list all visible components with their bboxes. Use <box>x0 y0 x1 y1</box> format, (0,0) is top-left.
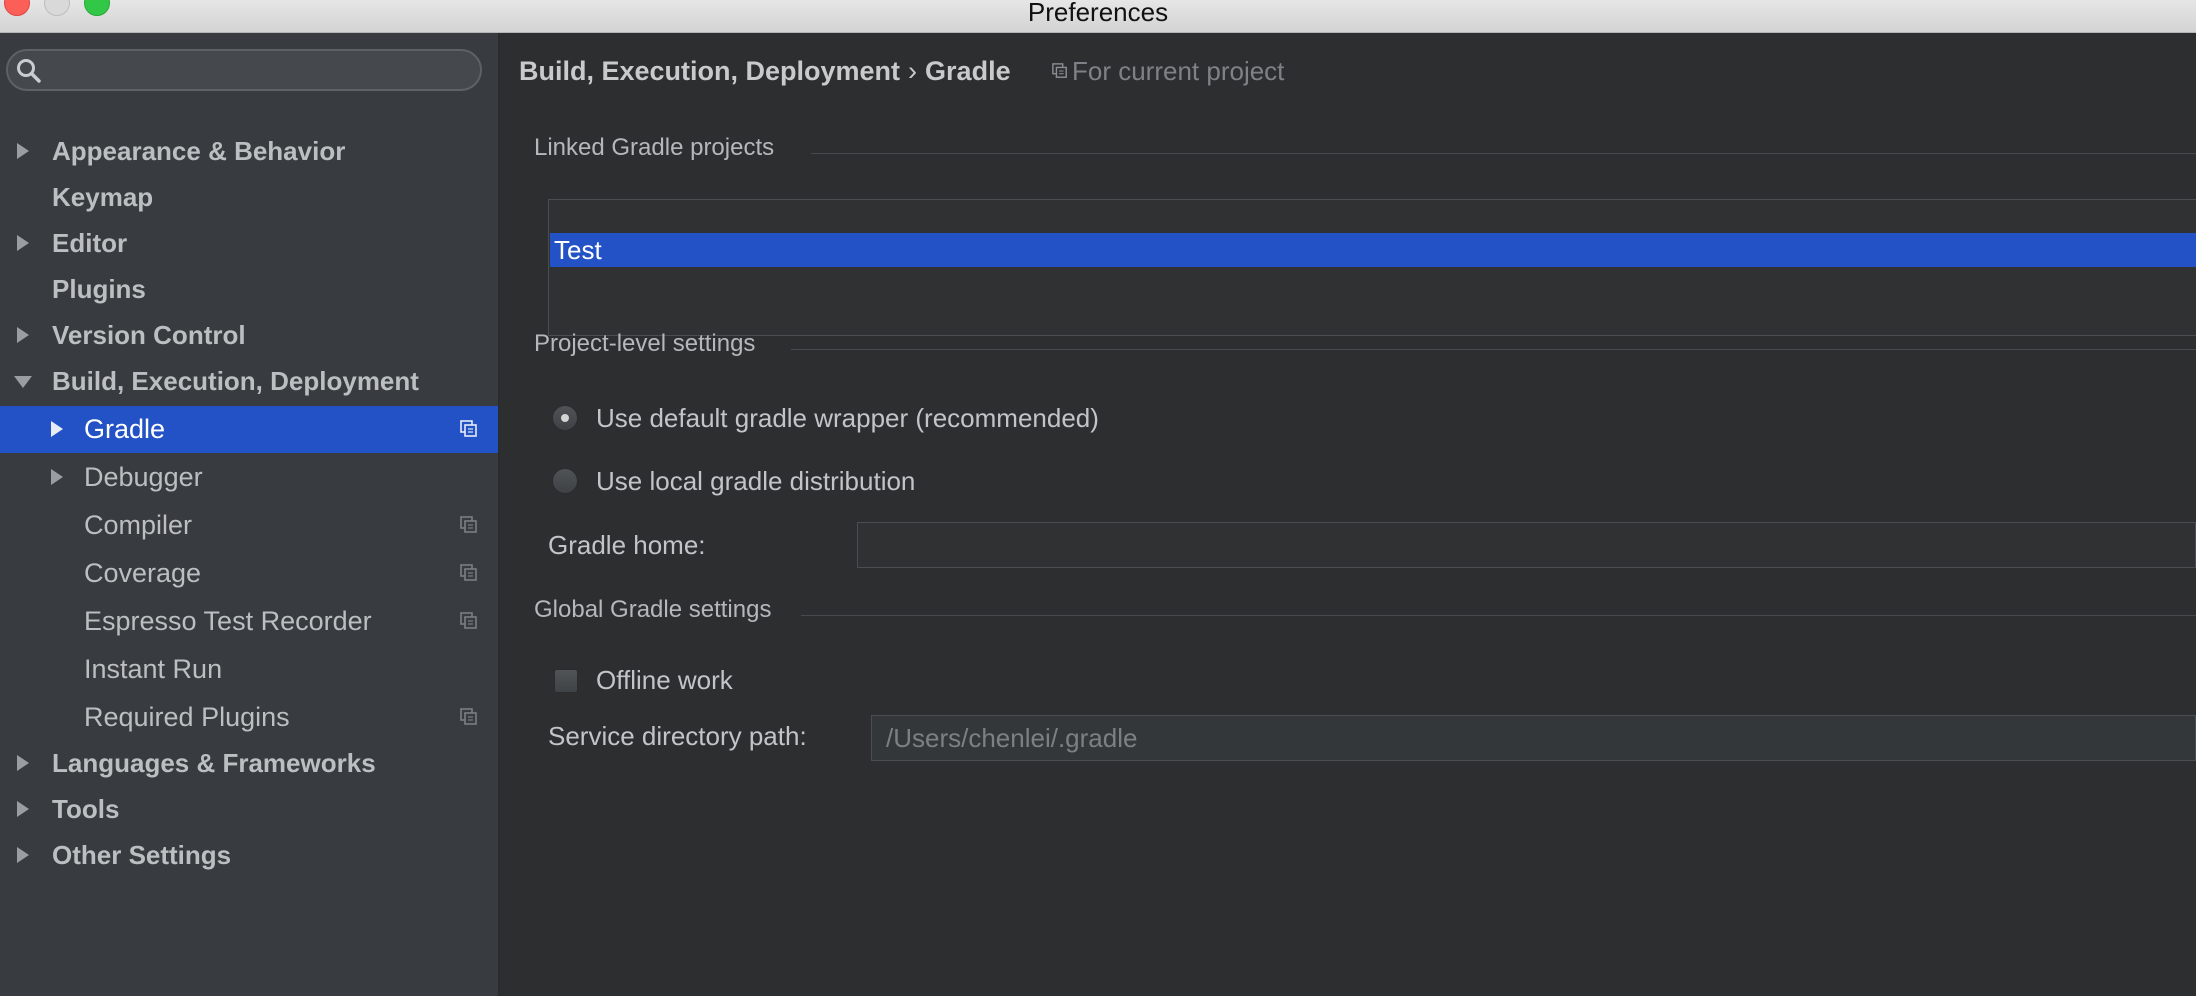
sidebar-item-coverage[interactable]: Coverage <box>0 550 498 596</box>
sidebar-item-label: Instant Run <box>84 654 223 684</box>
title-bar: Preferences <box>0 0 2196 33</box>
service-directory-field[interactable]: /Users/chenlei/.gradle <box>871 715 2196 761</box>
sidebar-item-build-execution-deployment[interactable]: Build, Execution, Deployment <box>0 358 498 404</box>
sidebar-item-label: Build, Execution, Deployment <box>52 366 419 396</box>
sidebar-item-debugger[interactable]: Debugger <box>0 454 498 500</box>
gradle-home-label: Gradle home: <box>548 530 706 560</box>
sidebar-item-tools[interactable]: Tools <box>0 786 498 832</box>
settings-sidebar: Appearance & Behavior Keymap Editor Plug… <box>0 33 499 996</box>
section-divider <box>801 615 2196 616</box>
expand-arrow-icon[interactable] <box>16 220 36 266</box>
gradle-wrapper-radio[interactable] <box>552 405 578 431</box>
local-gradle-radio[interactable] <box>552 468 578 494</box>
sidebar-item-gradle[interactable]: Gradle <box>0 406 498 453</box>
settings-search-box[interactable] <box>6 49 482 91</box>
sidebar-item-label: Debugger <box>84 462 203 492</box>
sidebar-item-label: Espresso Test Recorder <box>84 606 372 636</box>
sidebar-item-label: Languages & Frameworks <box>52 748 376 778</box>
sidebar-item-label: Editor <box>52 228 128 258</box>
gradle-home-field[interactable] <box>857 522 2196 568</box>
breadcrumb-parent[interactable]: Build, Execution, Deployment <box>519 56 900 86</box>
expand-arrow-icon[interactable] <box>50 454 70 500</box>
sidebar-item-languages-frameworks[interactable]: Languages & Frameworks <box>0 740 498 786</box>
gradle-wrapper-label[interactable]: Use default gradle wrapper (recommended) <box>596 401 1099 435</box>
sidebar-item-instant-run[interactable]: Instant Run <box>0 646 498 692</box>
sidebar-item-label: Plugins <box>52 274 146 304</box>
service-directory-label: Service directory path: <box>548 721 807 751</box>
offline-work-label[interactable]: Offline work <box>596 663 733 697</box>
sidebar-item-required-plugins[interactable]: Required Plugins <box>0 694 498 740</box>
project-scope-icon <box>460 564 477 581</box>
sidebar-item-other-settings[interactable]: Other Settings <box>0 832 498 878</box>
search-icon <box>17 59 41 83</box>
expand-arrow-icon[interactable] <box>16 832 36 878</box>
section-title-project-settings: Project-level settings <box>534 330 756 357</box>
section-title-global-settings: Global Gradle settings <box>534 596 772 623</box>
offline-work-checkbox[interactable] <box>554 669 578 693</box>
local-gradle-label[interactable]: Use local gradle distribution <box>596 464 915 498</box>
project-scope-icon <box>460 420 477 437</box>
expand-arrow-icon[interactable] <box>16 740 36 786</box>
window-title: Preferences <box>1027 0 1169 27</box>
section-divider <box>811 153 2196 154</box>
collapse-arrow-icon[interactable] <box>14 358 34 404</box>
search-input[interactable] <box>48 55 472 87</box>
sidebar-item-label: Appearance & Behavior <box>52 136 346 166</box>
expand-arrow-icon[interactable] <box>16 128 36 174</box>
section-divider <box>791 349 2196 350</box>
preferences-window: Preferences Appearance & Behavior Keymap… <box>0 0 2196 996</box>
sidebar-item-editor[interactable]: Editor <box>0 220 498 266</box>
linked-projects-list[interactable]: Test <box>548 199 2196 336</box>
breadcrumb-separator: › <box>908 56 918 86</box>
section-title-linked-projects: Linked Gradle projects <box>534 134 775 161</box>
expand-arrow-icon[interactable] <box>16 312 36 358</box>
project-scope-icon <box>460 708 477 725</box>
breadcrumb-current: Gradle <box>925 56 1011 86</box>
expand-arrow-icon[interactable] <box>50 406 70 452</box>
expand-arrow-icon[interactable] <box>16 786 36 832</box>
sidebar-item-label: Gradle <box>84 414 166 444</box>
sidebar-item-compiler[interactable]: Compiler <box>0 502 498 548</box>
sidebar-item-label: Other Settings <box>52 840 232 870</box>
sidebar-item-label: Required Plugins <box>84 702 290 732</box>
breadcrumb: Build, Execution, Deployment › Gradle <box>519 53 1011 89</box>
sidebar-item-plugins[interactable]: Plugins <box>0 266 498 312</box>
sidebar-item-appearance-behavior[interactable]: Appearance & Behavior <box>0 128 498 174</box>
project-scope-icon <box>460 516 477 533</box>
sidebar-item-label: Keymap <box>52 182 154 212</box>
settings-content-panel: Build, Execution, Deployment › Gradle For … <box>499 33 2196 996</box>
linked-project-row[interactable]: Test <box>550 233 2196 267</box>
sidebar-item-label: Coverage <box>84 558 202 588</box>
linked-project-name: Test <box>554 235 602 265</box>
project-scope-icon <box>460 612 477 629</box>
sidebar-item-label: Compiler <box>84 510 193 540</box>
sidebar-item-espresso-test-recorder[interactable]: Espresso Test Recorder <box>0 598 498 644</box>
sidebar-item-label: Version Control <box>52 320 246 350</box>
radio-selected-dot <box>561 414 569 422</box>
sidebar-item-keymap[interactable]: Keymap <box>0 174 498 220</box>
project-scope-icon <box>1052 63 1067 78</box>
sidebar-item-version-control[interactable]: Version Control <box>0 312 498 358</box>
scope-label: For current project <box>1072 56 1285 86</box>
sidebar-item-label: Tools <box>52 794 120 824</box>
